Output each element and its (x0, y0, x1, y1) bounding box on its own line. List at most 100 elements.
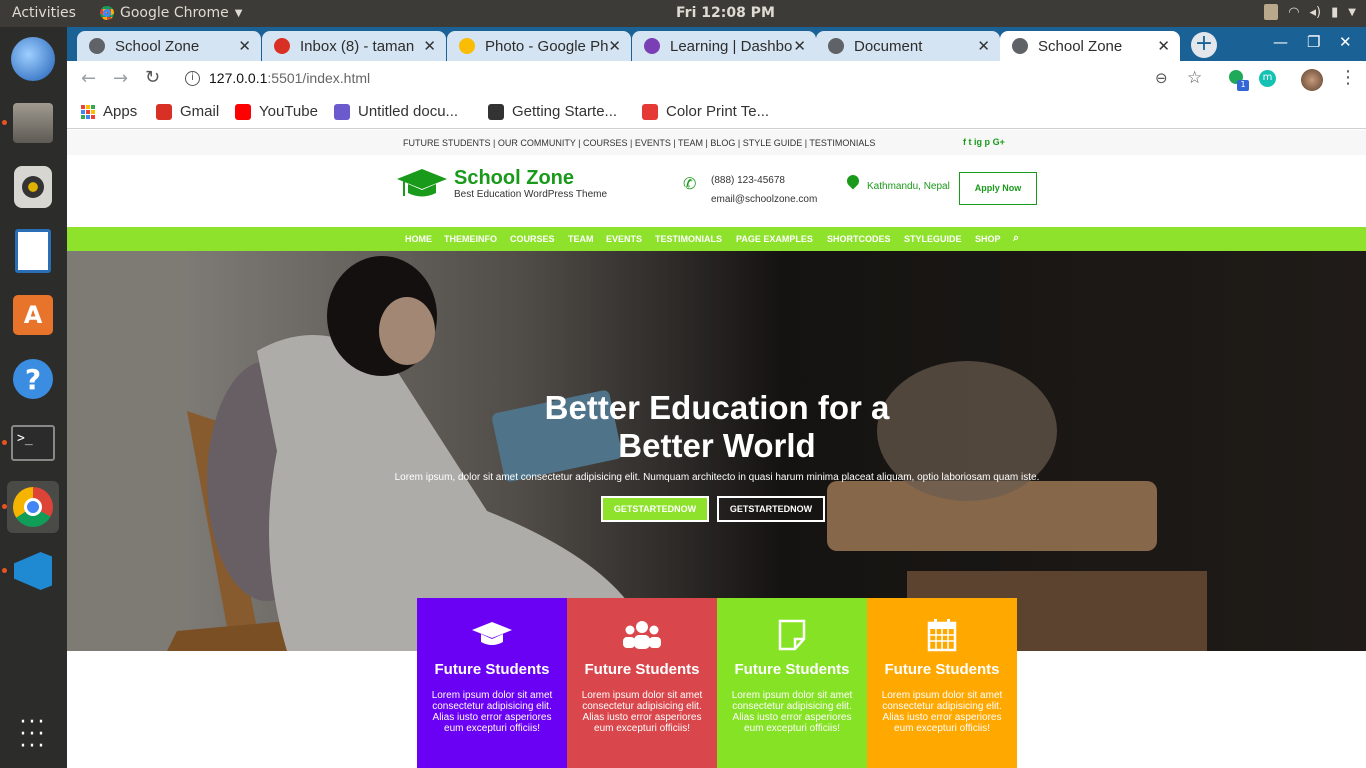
url-host: 127.0.0.1 (209, 70, 268, 86)
social-links: f t ig p G+ (963, 137, 1005, 147)
close-icon[interactable]: ✕ (238, 37, 251, 55)
bulb-icon (488, 103, 504, 120)
nav-home[interactable]: HOME (405, 234, 432, 244)
minimize-icon[interactable]: — (1273, 33, 1288, 51)
tab-school-zone-active[interactable]: School Zone ✕ (1000, 31, 1180, 61)
document-viewer-icon[interactable] (7, 225, 59, 277)
tab-learning-dashboard[interactable]: Learning | Dashbo ✕ (632, 31, 816, 61)
nav-shortcodes[interactable]: SHORTCODES (827, 234, 891, 244)
url-path: :5501/index.html (267, 70, 371, 86)
close-window-icon[interactable]: ✕ (1339, 33, 1352, 51)
bookmark-gmail[interactable]: Gmail (156, 103, 219, 120)
chevron-down-icon: ▼ (234, 7, 243, 19)
card-body: Lorem ipsum dolor sit amet consectetur a… (431, 690, 553, 734)
top-links[interactable]: FUTURE STUDENTS | OUR COMMUNITY | COURSE… (403, 138, 875, 148)
clipboard-icon (1264, 4, 1279, 20)
menu-icon[interactable]: ⋮ (1339, 67, 1357, 88)
google-plus-icon[interactable]: G+ (993, 137, 1005, 147)
system-tray[interactable]: ◠ ◂) ▮ ▼ (1264, 4, 1356, 20)
pinterest-icon[interactable]: p (985, 137, 991, 147)
bookmark-untitled-doc[interactable]: Untitled docu... (334, 103, 458, 120)
bookmark-label: Gmail (180, 103, 220, 120)
activities-button[interactable]: Activities (12, 5, 76, 21)
globe-icon (1012, 38, 1028, 54)
site-header: School Zone Best Education WordPress The… (67, 155, 1366, 227)
tab-school-zone-1[interactable]: School Zone ✕ (77, 31, 261, 61)
gmail-icon (156, 103, 172, 120)
users-icon (623, 621, 661, 649)
tab-inbox[interactable]: Inbox (8) - taman ✕ (262, 31, 446, 61)
close-icon[interactable]: ✕ (1157, 37, 1170, 55)
apply-now-button[interactable]: Apply Now (959, 172, 1037, 205)
terminal-icon[interactable]: >_ (7, 417, 59, 469)
bookmark-apps[interactable]: Apps (81, 103, 137, 120)
bookmark-color-print[interactable]: Color Print Te... (642, 103, 769, 120)
nav-shop[interactable]: SHOP (975, 234, 1001, 244)
learning-icon (644, 38, 660, 54)
facebook-icon[interactable]: f (963, 137, 966, 147)
files-icon[interactable] (7, 97, 59, 149)
feature-card-1[interactable]: Future Students Lorem ipsum dolor sit am… (417, 598, 567, 768)
new-tab-button[interactable]: + (1191, 32, 1217, 58)
card-title: Future Students (584, 661, 700, 678)
search-icon[interactable]: ⌕ (1013, 232, 1019, 245)
show-apps-icon[interactable]: ··· ··· ··· (7, 709, 59, 761)
chrome-icon (100, 6, 114, 20)
twitter-icon[interactable]: t (969, 137, 972, 147)
close-icon[interactable]: ✕ (608, 37, 621, 55)
nav-themeinfo[interactable]: THEMEINFO (444, 234, 497, 244)
note-icon (778, 619, 806, 651)
running-indicator (2, 504, 7, 509)
back-icon[interactable]: ← (81, 68, 96, 89)
tab-google-photos[interactable]: Photo - Google Ph ✕ (447, 31, 631, 61)
color-print-icon (642, 103, 658, 120)
bookmark-getting-started[interactable]: Getting Starte... (488, 103, 617, 120)
bookmark-label: YouTube (259, 103, 318, 120)
clock[interactable]: Fri 12:08 PM (676, 5, 775, 21)
feature-card-2[interactable]: Future Students Lorem ipsum dolor sit am… (567, 598, 717, 768)
graduation-cap-icon (472, 622, 512, 645)
nav-styleguide[interactable]: STYLEGUIDE (904, 234, 962, 244)
email-address[interactable]: email@schoolzone.com (711, 194, 817, 205)
forward-icon[interactable]: → (113, 68, 128, 89)
close-icon[interactable]: ✕ (423, 37, 436, 55)
bookmark-youtube[interactable]: YouTube (235, 103, 318, 120)
nav-page-examples[interactable]: PAGE EXAMPLES (736, 234, 813, 244)
get-started-button-primary[interactable]: GETSTARTEDNOW (601, 496, 709, 522)
gmail-icon (274, 38, 290, 54)
instagram-icon[interactable]: ig (974, 137, 982, 147)
info-icon[interactable]: i (185, 71, 200, 86)
bookmark-label: Untitled docu... (358, 103, 459, 120)
zoom-icon[interactable]: ⊖ (1155, 69, 1168, 87)
nav-team[interactable]: TEAM (568, 234, 594, 244)
tab-label: Inbox (8) - taman (300, 37, 415, 55)
nav-events[interactable]: EVENTS (606, 234, 642, 244)
close-icon[interactable]: ✕ (793, 37, 806, 55)
tab-document[interactable]: Document ✕ (816, 31, 1000, 61)
bookmark-label: Color Print Te... (666, 103, 770, 120)
nav-courses[interactable]: COURSES (510, 234, 555, 244)
dock: A ? >_ ··· ··· ··· (0, 27, 67, 768)
software-center-icon[interactable]: A (7, 289, 59, 341)
brand-name[interactable]: School Zone (454, 167, 574, 190)
close-icon[interactable]: ✕ (977, 37, 990, 55)
card-title: Future Students (734, 661, 850, 678)
url-field[interactable]: 127.0.0.1:5501/index.html (209, 70, 370, 86)
profile-avatar[interactable] (1301, 69, 1323, 91)
rhythmbox-icon[interactable] (7, 161, 59, 213)
maximize-icon[interactable]: ❐ (1307, 33, 1320, 51)
feature-card-3[interactable]: Future Students Lorem ipsum dolor sit am… (717, 598, 867, 768)
chrome-dock-icon[interactable] (7, 481, 59, 533)
get-started-button-outline[interactable]: GETSTARTEDNOW (717, 496, 825, 522)
nav-testimonials[interactable]: TESTIMONIALS (655, 234, 722, 244)
reload-icon[interactable]: ↻ (145, 67, 160, 88)
star-icon[interactable]: ☆ (1187, 68, 1202, 88)
feature-card-4[interactable]: Future Students Lorem ipsum dolor sit am… (867, 598, 1017, 768)
hero-banner: Better Education for a Better World Lore… (67, 251, 1366, 651)
app-menu[interactable]: Google Chrome ▼ (100, 5, 242, 21)
help-icon[interactable]: ? (7, 353, 59, 405)
extension-m-icon[interactable]: m (1259, 70, 1276, 87)
thunderbird-icon[interactable] (7, 33, 59, 85)
graduation-cap-logo-icon[interactable] (397, 167, 447, 203)
vscode-icon[interactable] (7, 545, 59, 597)
